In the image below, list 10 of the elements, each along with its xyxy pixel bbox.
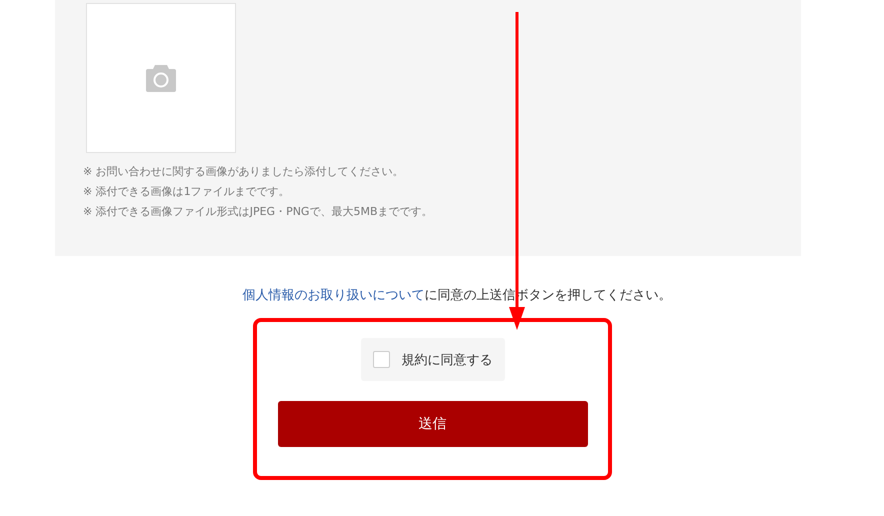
note-text: ※ 添付できる画像ファイル形式はJPEG・PNGで、最大5MBまでです。 [83,204,434,220]
agree-label: 規約に同意する [402,352,492,368]
camera-icon [145,63,177,93]
note-text: ※ お問い合わせに関する画像がありましたら添付してください。 [83,164,405,180]
agree-checkbox[interactable]: 規約に同意する [360,338,504,381]
submit-button[interactable]: 送信 [278,401,588,447]
checkbox[interactable] [372,351,390,368]
image-upload-box[interactable] [86,3,236,153]
privacy-link[interactable]: 個人情報のお取り扱いについて [242,288,424,303]
note-text: ※ 添付できる画像は1ファイルまでです。 [83,184,291,200]
